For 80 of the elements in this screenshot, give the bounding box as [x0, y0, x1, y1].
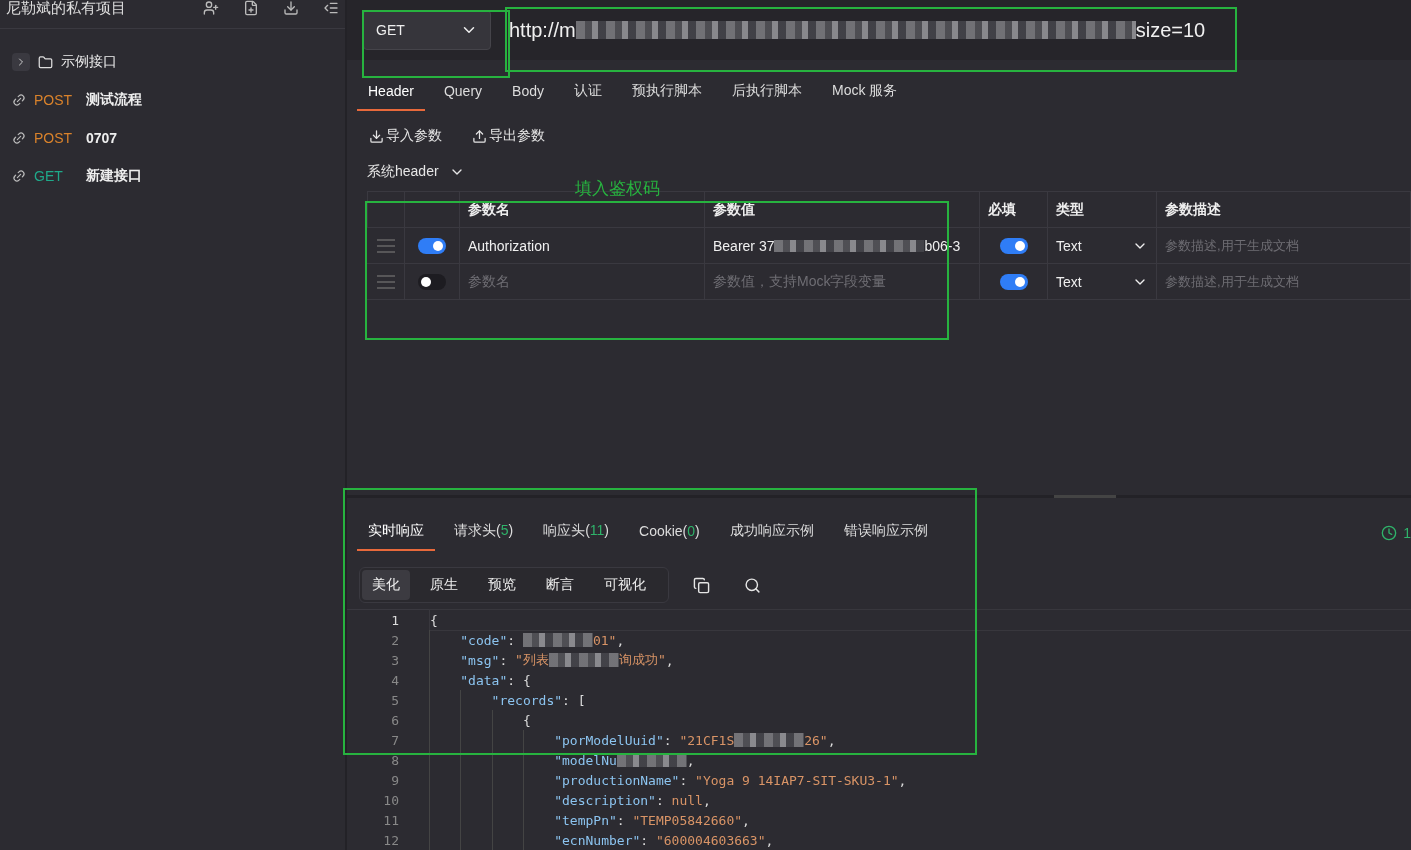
type-select[interactable]: Text: [1056, 237, 1148, 254]
required-toggle[interactable]: [999, 273, 1028, 290]
copy-icon[interactable]: [693, 576, 710, 594]
collapse-icon[interactable]: [323, 0, 339, 16]
column-header: 参数值: [705, 191, 980, 228]
method-label: POST: [34, 130, 74, 146]
code-line: "modelNu ,: [429, 750, 1411, 770]
response-tab[interactable]: Cookie(0): [628, 515, 711, 550]
method-select[interactable]: GET: [363, 10, 491, 50]
request-tab[interactable]: Query: [432, 74, 494, 111]
type-select[interactable]: Text: [1056, 273, 1148, 290]
api-label[interactable]: 0707: [86, 130, 118, 146]
line-number: 7: [390, 732, 399, 748]
line-number: 6: [390, 712, 399, 728]
column-header: 必填: [980, 191, 1048, 228]
api-label[interactable]: 新建接口: [86, 167, 142, 185]
line-number: 9: [390, 772, 399, 788]
export-icon: [472, 128, 487, 144]
column-header: 类型: [1048, 191, 1157, 228]
required-toggle[interactable]: [999, 237, 1028, 254]
code-line: "records": [: [429, 690, 1411, 710]
request-tab[interactable]: Header: [357, 74, 425, 111]
url-field[interactable]: http://m size=10: [503, 10, 1395, 50]
download-icon[interactable]: [283, 0, 299, 16]
line-number: 5: [390, 692, 399, 708]
request-tab[interactable]: Mock 服务: [820, 74, 909, 111]
code-line: {: [429, 609, 1411, 631]
expand-toggle[interactable]: [12, 53, 30, 71]
view-tab[interactable]: 原生: [420, 570, 468, 600]
line-number: 4: [390, 672, 399, 688]
code-line: "description": null,: [429, 790, 1411, 810]
code-line: "porModelUuid": "21CF1S 26",: [429, 730, 1411, 750]
request-tab[interactable]: 预执行脚本: [620, 74, 713, 111]
line-number: 12: [382, 832, 399, 848]
view-tab[interactable]: 断言: [536, 570, 584, 600]
line-number: 8: [390, 752, 399, 768]
response-tab[interactable]: 响应头(11): [532, 514, 621, 551]
request-tab[interactable]: 认证: [562, 74, 613, 111]
folder-label[interactable]: 示例接口: [61, 53, 117, 71]
project-title: 尼勒斌的私有项目: [6, 0, 127, 18]
code-line: "code": 01",: [429, 630, 1411, 650]
new-file-icon[interactable]: [243, 0, 259, 16]
add-member-icon[interactable]: [203, 0, 219, 16]
clock-icon: [1381, 524, 1398, 541]
code-line: "productionName": "Yoga 9 14IAP7-SIT-SKU3-1",: [429, 770, 1411, 790]
line-number: 3: [390, 652, 399, 668]
drag-handle-icon[interactable]: [376, 274, 395, 289]
system-header-toggle[interactable]: 系统header: [367, 163, 1411, 181]
line-number: 10: [382, 792, 399, 808]
folder-icon: [38, 54, 53, 70]
method-label: POST: [34, 92, 74, 108]
view-tab[interactable]: 美化: [362, 570, 410, 600]
line-number: 1: [390, 612, 399, 628]
view-tab[interactable]: 预览: [478, 570, 526, 600]
code-line: "msg": "列表 询成功",: [429, 650, 1411, 670]
line-number: 11: [382, 812, 399, 828]
code-line: "tempPn": "TEMP05842660",: [429, 810, 1411, 830]
column-header: 参数描述: [1157, 191, 1411, 228]
code-line: {: [429, 710, 1411, 730]
request-tab[interactable]: Body: [501, 74, 555, 111]
method-label: GET: [34, 168, 64, 184]
export-button[interactable]: 导出参数: [472, 127, 545, 145]
view-tab[interactable]: 可视化: [594, 570, 656, 600]
enable-toggle[interactable]: [418, 273, 446, 290]
response-tab[interactable]: 请求头(5): [443, 514, 525, 551]
drag-handle-icon[interactable]: [376, 238, 395, 253]
import-icon: [369, 128, 384, 144]
response-time: 1: [1403, 524, 1411, 541]
response-tab[interactable]: 错误响应示例: [832, 514, 939, 551]
code-line: "data": {: [429, 670, 1411, 690]
request-tab[interactable]: 后执行脚本: [720, 74, 813, 111]
import-button[interactable]: 导入参数: [369, 127, 442, 145]
enable-toggle[interactable]: [418, 237, 446, 254]
line-number: 2: [390, 632, 399, 648]
search-icon[interactable]: [744, 576, 761, 594]
response-tab[interactable]: 实时响应: [357, 514, 435, 551]
code-line: "ecnNumber": "600004603663",: [429, 830, 1411, 850]
api-label[interactable]: 测试流程: [86, 91, 142, 109]
table-cell[interactable]: Authorization: [460, 228, 705, 264]
response-tab[interactable]: 成功响应示例: [718, 514, 825, 551]
